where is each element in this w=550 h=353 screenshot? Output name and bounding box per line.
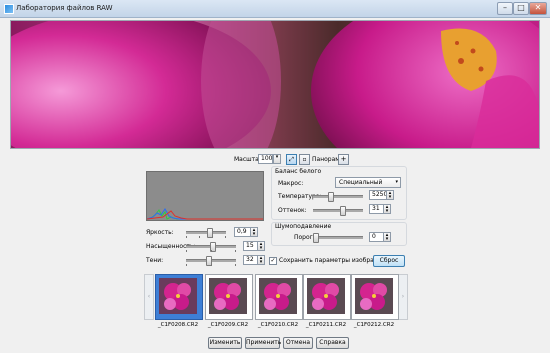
panorama-toggle[interactable]: ▫ [299,154,310,165]
noise-threshold-label: Порог: [294,234,315,241]
panorama-add-button[interactable]: + [338,154,349,165]
filmstrip-thumbnail[interactable] [351,274,399,320]
temperature-spinner[interactable]: ▴ ▾ [386,190,394,200]
temperature-input[interactable]: 5250 [369,190,387,200]
panorama-icon: ▫ [302,156,307,163]
window-title: Лаборатория файлов RAW [16,4,113,12]
minimize-button[interactable]: – [497,2,513,15]
orchid-thumbnail-image [259,278,297,314]
brightness-slider[interactable] [186,228,226,238]
close-button[interactable]: ✕ [529,2,547,15]
change-button[interactable]: Изменить [208,337,242,349]
filmstrip-thumbnail[interactable] [255,274,303,320]
fit-to-window-icon: ⤢ [289,156,294,163]
brightness-spinner[interactable]: ▴ ▾ [250,227,258,237]
filmstrip-thumbnail-name: _C1F0211.CR2 [305,322,347,328]
temperature-slider[interactable] [313,192,363,202]
shadows-label: Тени: [146,257,164,264]
saturation-ticks [186,250,236,252]
shadows-ticks [186,264,236,266]
filmstrip-thumbnail-name: _C1F0208.CR2 [157,322,199,328]
tint-spinner[interactable]: ▴ ▾ [383,204,391,214]
raw-lab-window: Лаборатория файлов RAW – □ ✕ Масштаб: 10… [0,0,550,353]
histogram [146,171,264,221]
tint-label: Оттенок: [278,207,307,214]
tint-thumb[interactable] [340,206,346,216]
filmstrip-thumbnail[interactable] [155,274,203,320]
reset-button[interactable]: Сброс [373,255,405,267]
histogram-curves [146,208,263,220]
filmstrip-thumbnail[interactable] [205,274,253,320]
filmstrip-thumbnail-name: _C1F0209.CR2 [207,322,249,328]
chevron-down-icon: ▾ [395,179,398,185]
maximize-button[interactable]: □ [513,2,529,15]
apply-button[interactable]: Применить [245,337,281,349]
zoom-dropdown[interactable]: ▾ [273,154,281,164]
brightness-ticks [186,236,226,238]
zoom-input[interactable]: 100 [258,154,273,164]
shadows-slider[interactable] [186,256,236,266]
noise-threshold-thumb[interactable] [313,233,319,243]
title-bar: Лаборатория файлов RAW – □ ✕ [0,0,550,18]
shadows-spinner[interactable]: ▴ ▾ [257,255,265,265]
filmstrip-thumbnail-name: _C1F0212.CR2 [353,322,395,328]
cancel-button[interactable]: Отмена [283,337,313,349]
raw-preview-image[interactable] [10,20,540,149]
fit-to-window-button[interactable]: ⤢ [286,154,297,165]
brightness-label: Яркость: [146,229,174,236]
white-balance-preset-label: Макрос: [278,180,304,187]
tint-slider[interactable] [313,206,363,216]
white-balance-title: Баланс белого [275,168,322,175]
saturation-spinner[interactable]: ▴ ▾ [257,241,265,251]
orchid-thumbnail-image [209,278,247,314]
noise-threshold-spinner[interactable]: ▴ ▾ [383,232,391,242]
orchid-thumbnail-image [307,278,345,314]
tint-input[interactable]: 31 [369,204,384,214]
white-balance-preset-value: Специальный [339,179,383,186]
temperature-thumb[interactable] [328,192,334,202]
saturation-input[interactable]: 15 [243,241,258,251]
filmstrip-prev-button[interactable]: ‹ [144,274,154,320]
noise-threshold-slider[interactable] [313,233,363,243]
plus-icon: + [340,155,347,163]
orchid-thumbnail-image [159,278,197,314]
chevron-down-icon: ▾ [275,154,279,160]
help-button[interactable]: Справка [316,337,349,349]
white-balance-preset-select[interactable]: Специальный ▾ [335,177,401,188]
app-icon [4,4,14,14]
orchid-thumbnail-image [355,278,393,314]
shadows-input[interactable]: 32 [243,255,258,265]
filmstrip-thumbnail-name: _C1F0210.CR2 [257,322,299,328]
filmstrip-next-button[interactable]: › [398,274,408,320]
brightness-input[interactable]: 0,9 [234,227,251,237]
orchid-preview [11,21,539,148]
noise-reduction-title: Шумоподавление [275,223,332,230]
saturation-slider[interactable] [186,242,236,252]
noise-threshold-input[interactable]: 0 [369,232,384,242]
filmstrip-thumbnail[interactable] [303,274,351,320]
save-params-checkbox[interactable]: ✓ [269,257,277,265]
